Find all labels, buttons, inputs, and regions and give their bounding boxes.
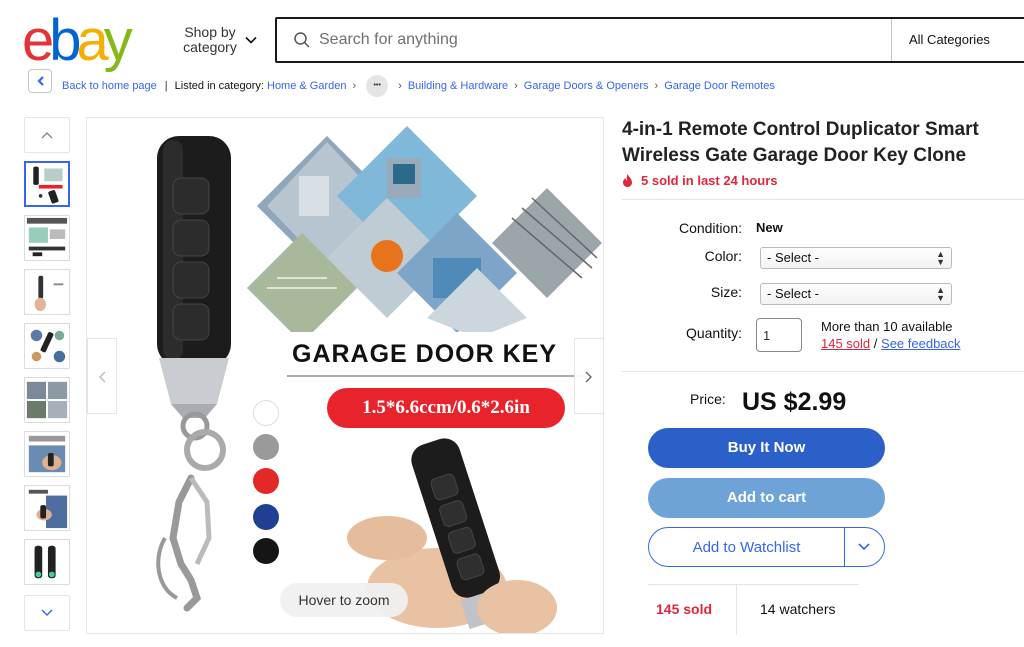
main-product-image[interactable]: GARAGE DOOR KEY 1.5*6.6ccm/0.6*2.6in Hov…: [86, 117, 604, 634]
price-label: Price:: [690, 391, 726, 407]
thumbnail-7[interactable]: [24, 485, 70, 531]
listed-in-label: Listed in category:: [174, 80, 264, 92]
swatch-white: [253, 400, 279, 426]
breadcrumb-separator: ›: [514, 80, 518, 92]
breadcrumb-garage-door-remotes[interactable]: Garage Door Remotes: [664, 80, 775, 92]
shop-by-category-button[interactable]: Shop by category: [180, 25, 240, 55]
search-icon: [294, 32, 310, 48]
back-button[interactable]: [28, 69, 52, 93]
stats-divider: [736, 585, 737, 635]
breadcrumb-pipe: |: [164, 80, 168, 92]
thumbnail-8[interactable]: [24, 539, 70, 585]
thumbnail-3[interactable]: [24, 269, 70, 315]
product-photo: [156, 126, 602, 633]
divider: [622, 371, 1024, 372]
swatch-blue: [253, 504, 279, 530]
updown-icon: ▲ ▼: [936, 249, 945, 267]
thumbnail-2[interactable]: [24, 215, 70, 261]
swatch-red: [253, 468, 279, 494]
sold-count: 145 sold: [656, 601, 713, 617]
breadcrumb-separator: ›: [398, 80, 402, 92]
product-title: 4-in-1 Remote Control Duplicator Smart W…: [622, 119, 979, 166]
thumbnail-strip: [24, 117, 70, 632]
image-next-button[interactable]: [574, 338, 603, 414]
thumbnail-4[interactable]: [24, 323, 70, 369]
price-value: US $2.99: [742, 388, 847, 416]
size-select-value: - Select -: [767, 286, 820, 301]
thumbnail-scroll-up-button[interactable]: [24, 117, 70, 153]
chevron-right-icon: [585, 371, 592, 383]
breadcrumb-ellipsis-button[interactable]: •••: [366, 75, 389, 97]
availability-info: More than 10 available 145 sold / See fe…: [821, 318, 961, 352]
chevron-down-icon: [41, 609, 53, 616]
recent-sales-notice: 5 sold in last 24 hours: [622, 173, 778, 188]
search-divider: [891, 19, 892, 61]
slash-separator: /: [873, 336, 878, 351]
size-label-pill: 1.5*6.6ccm/0.6*2.6in: [327, 388, 565, 428]
back-to-home-link[interactable]: Back to home page: [62, 80, 157, 92]
listing-stats: 145 sold 14 watchers: [648, 584, 859, 635]
buy-it-now-button[interactable]: Buy It Now: [648, 428, 885, 468]
breadcrumb-building-hardware[interactable]: Building & Hardware: [408, 80, 508, 92]
thumbnail-5[interactable]: [24, 377, 70, 423]
swatch-black: [253, 538, 279, 564]
thumbnail-scroll-down-button[interactable]: [24, 595, 70, 631]
breadcrumb: Back to home page | Listed in category: …: [62, 75, 775, 97]
chevron-down-icon[interactable]: [857, 542, 871, 552]
image-prev-button[interactable]: [87, 338, 117, 414]
search-input[interactable]: [319, 27, 879, 53]
size-select[interactable]: - Select - ▲ ▼: [760, 283, 952, 305]
chevron-left-icon: [99, 371, 106, 383]
color-label: Color:: [704, 248, 742, 264]
ebay-logo[interactable]: ebay: [22, 8, 152, 73]
add-to-watchlist-label: Add to Watchlist: [692, 539, 801, 556]
category-select[interactable]: All Categories: [909, 32, 990, 47]
thumbnail-1[interactable]: [24, 161, 70, 207]
thumbnail-6[interactable]: [24, 431, 70, 477]
breadcrumb-garage-doors-openers[interactable]: Garage Doors & Openers: [524, 80, 649, 92]
color-select-value: - Select -: [767, 250, 820, 265]
chevron-left-icon: [37, 76, 44, 86]
fire-icon: [623, 174, 632, 187]
see-feedback-link[interactable]: See feedback: [881, 336, 961, 351]
condition-label: Condition:: [678, 220, 742, 236]
sold-count-link[interactable]: 145 sold: [821, 336, 870, 351]
breadcrumb-home-garden[interactable]: Home & Garden: [267, 80, 346, 92]
availability-text: More than 10 available: [821, 319, 953, 334]
logo-letter-y: y: [103, 8, 133, 73]
swatch-gray: [253, 434, 279, 460]
updown-icon: ▲ ▼: [936, 285, 945, 303]
logo-letter-b: b: [49, 8, 81, 73]
watchers-count: 14 watchers: [760, 601, 836, 617]
hover-to-zoom-hint: Hover to zoom: [280, 583, 408, 617]
add-to-cart-button[interactable]: Add to cart: [648, 478, 885, 518]
watchlist-divider: [844, 528, 845, 566]
quantity-input[interactable]: [756, 318, 802, 352]
logo-letter-e: e: [22, 8, 54, 73]
logo-letter-a: a: [76, 8, 109, 73]
breadcrumb-separator: ›: [352, 80, 357, 92]
search-bar: All Categories: [275, 17, 1024, 63]
quantity-label: Quantity:: [685, 325, 742, 341]
color-select[interactable]: - Select - ▲ ▼: [760, 247, 952, 269]
add-to-watchlist-button[interactable]: Add to Watchlist: [648, 527, 885, 567]
divider: [622, 199, 1024, 200]
condition-value: New: [756, 220, 783, 235]
size-label: Size:: [710, 284, 742, 300]
breadcrumb-separator: ›: [654, 80, 659, 92]
chevron-up-icon: [41, 132, 53, 139]
recent-sales-text: 5 sold in last 24 hours: [641, 173, 778, 188]
chevron-down-icon[interactable]: [244, 33, 258, 47]
garage-door-key-banner: GARAGE DOOR KEY: [292, 340, 558, 368]
